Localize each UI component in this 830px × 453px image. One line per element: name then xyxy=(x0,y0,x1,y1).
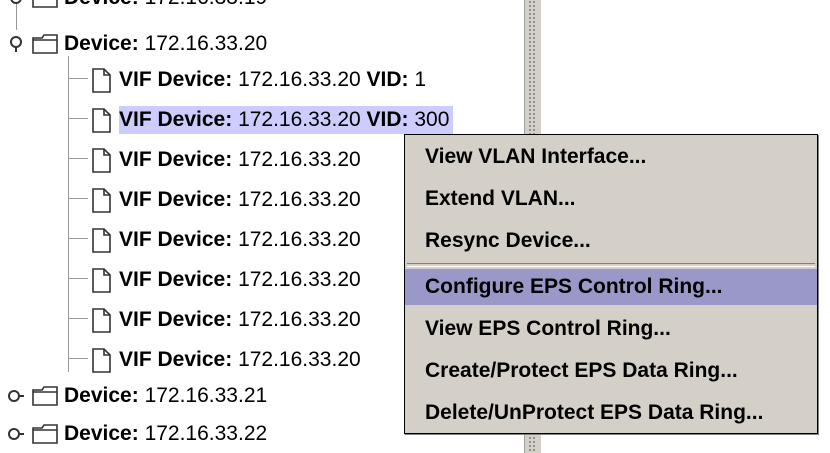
expand-handle-icon[interactable] xyxy=(8,388,24,404)
tree-node-device[interactable]: Device: 172.16.33.22 xyxy=(8,418,267,450)
tree-node-vif[interactable]: VIF Device: 172.16.33.20 xyxy=(92,304,361,336)
tree-node-vif[interactable]: VIF Device: 172.16.33.20 xyxy=(92,224,361,256)
device-label: Device: 172.16.33.21 xyxy=(64,384,268,407)
tree-node-vif[interactable]: VIF Device: 172.16.33.20 xyxy=(92,264,361,296)
tree-node-vif[interactable]: VIF Device: 172.16.33.20 xyxy=(92,344,361,376)
tree-connector-h xyxy=(68,118,88,119)
document-icon xyxy=(92,267,111,293)
vif-label: VIF Device: 172.16.33.20 xyxy=(119,188,361,211)
document-icon xyxy=(92,67,111,93)
tree-connector-h xyxy=(68,158,88,159)
folder-open-icon xyxy=(32,34,58,54)
tree-connector-h xyxy=(68,358,88,359)
device-label: Device: 172.16.33.22 xyxy=(64,422,268,445)
tree-connector-h xyxy=(68,278,88,279)
tree-connector-h xyxy=(68,238,88,239)
tree-node-vif[interactable]: VIF Device: 172.16.33.20 VID: 1 xyxy=(92,64,426,96)
vif-label: VIF Device: 172.16.33.20 xyxy=(119,228,361,251)
device-label: Device: 172.16.33.20 xyxy=(64,32,268,55)
folder-icon xyxy=(32,0,58,8)
document-icon xyxy=(92,187,111,213)
collapse-handle-icon[interactable] xyxy=(8,36,24,52)
tree-connector-h xyxy=(68,78,88,79)
menu-item-delete-unprotect-eps-data-ring[interactable]: Delete/UnProtect EPS Data Ring... xyxy=(405,395,817,431)
expand-handle-icon[interactable] xyxy=(8,426,24,442)
tree-connector-h xyxy=(68,198,88,199)
menu-item-extend-vlan[interactable]: Extend VLAN... xyxy=(405,181,817,217)
tree-node-vif-selected[interactable]: VIF Device: 172.16.33.20 VID: 300 xyxy=(92,104,454,136)
document-icon xyxy=(92,347,111,373)
vif-label: VIF Device: 172.16.33.20 xyxy=(119,148,361,171)
folder-icon xyxy=(32,386,58,406)
vif-label: VIF Device: 172.16.33.20 xyxy=(119,308,361,331)
device-label: Device: 172.16.33.19 xyxy=(64,0,267,12)
tree-node-device-expanded[interactable]: Device: 172.16.33.20 xyxy=(8,28,267,60)
menu-item-resync-device[interactable]: Resync Device... xyxy=(405,223,817,259)
vif-label: VIF Device: 172.16.33.20 VID: 300 xyxy=(119,106,454,134)
document-icon xyxy=(92,307,111,333)
tree-node-vif[interactable]: VIF Device: 172.16.33.20 xyxy=(92,184,361,216)
menu-item-view-eps-control-ring[interactable]: View EPS Control Ring... xyxy=(405,311,817,347)
document-icon xyxy=(92,147,111,173)
tree-node-device[interactable]: Device: 172.16.33.21 xyxy=(8,380,267,412)
vif-label: VIF Device: 172.16.33.20 VID: 1 xyxy=(119,68,427,91)
tree-connector-vertical xyxy=(68,56,69,372)
expand-handle-icon[interactable] xyxy=(8,0,24,6)
tree-connector-h xyxy=(68,318,88,319)
tree-node-vif[interactable]: VIF Device: 172.16.33.20 xyxy=(92,144,361,176)
menu-separator xyxy=(407,263,815,267)
folder-icon xyxy=(32,424,58,444)
context-menu: View VLAN Interface... Extend VLAN... Re… xyxy=(404,134,818,434)
menu-item-configure-eps-control-ring[interactable]: Configure EPS Control Ring... xyxy=(405,269,817,305)
tree-node-device[interactable]: Device: 172.16.33.19 xyxy=(8,0,267,14)
document-icon xyxy=(92,107,111,133)
menu-item-create-protect-eps-data-ring[interactable]: Create/Protect EPS Data Ring... xyxy=(405,353,817,389)
vif-label: VIF Device: 172.16.33.20 xyxy=(119,348,361,371)
menu-item-view-vlan-interface[interactable]: View VLAN Interface... xyxy=(405,139,817,175)
document-icon xyxy=(92,227,111,253)
vif-label: VIF Device: 172.16.33.20 xyxy=(119,268,361,291)
